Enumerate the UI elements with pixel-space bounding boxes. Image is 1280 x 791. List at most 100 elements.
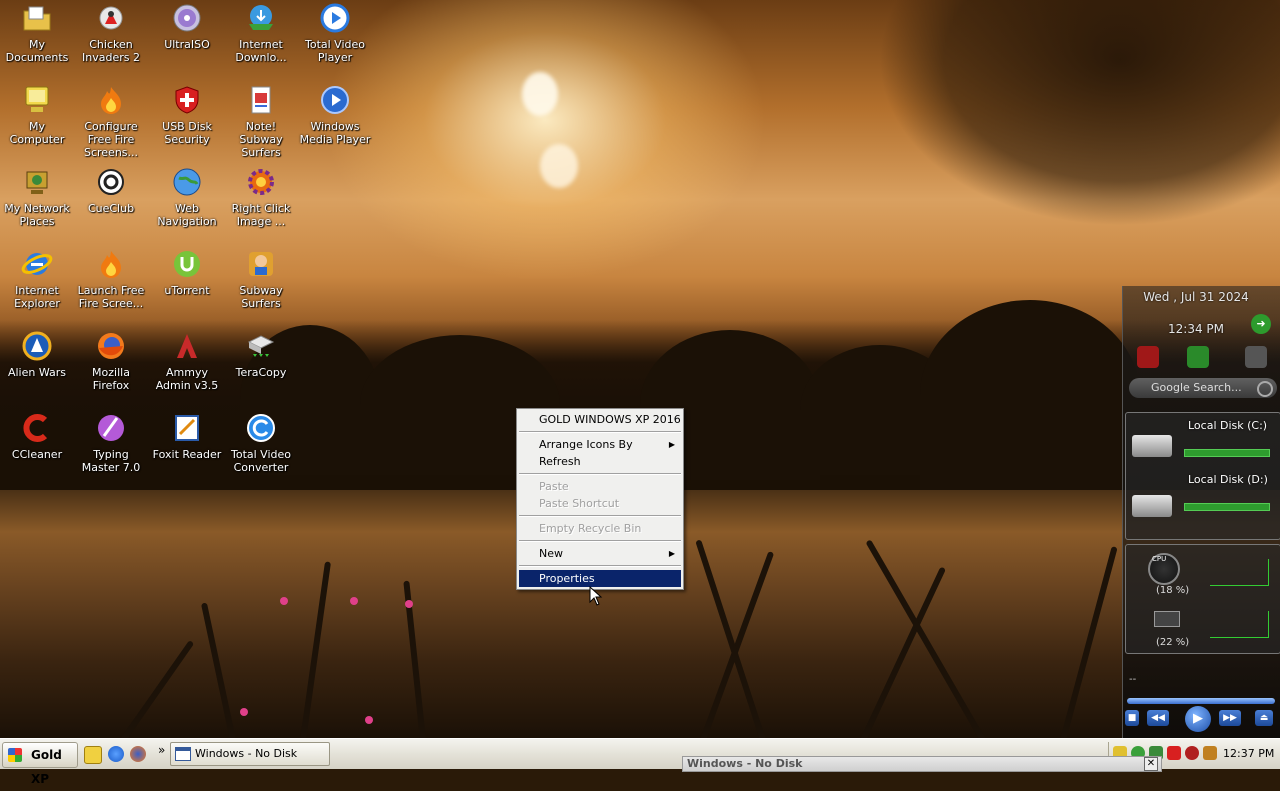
quicklaunch-ie-icon[interactable] [108, 746, 124, 762]
tray-tools-icon[interactable] [1203, 746, 1217, 760]
desktop-icon-launch-free-fire[interactable]: Launch Free Fire Scree... [74, 248, 148, 310]
desktop-icon-total-video-player[interactable]: Total Video Player [298, 2, 372, 64]
desktop-icon-note-subway-surfers[interactable]: Note! Subway Surfers [224, 84, 298, 159]
menu-item-label: Arrange Icons By [539, 438, 633, 451]
sidebar-time: 12:34 PM [1168, 322, 1224, 336]
desktop-icon-ammyy-admin[interactable]: Ammyy Admin v3.5 [150, 330, 224, 392]
desktop-icon-ccleaner[interactable]: CCleaner [0, 412, 74, 461]
desktop-icon-windows-media-player[interactable]: Windows Media Player [298, 84, 372, 146]
previous-icon[interactable]: ◀◀ [1147, 710, 1169, 726]
desktop-icon-foxit-reader[interactable]: Foxit Reader [150, 412, 224, 461]
desktop-icon-label: Total Video Player [304, 38, 365, 64]
fire-icon [101, 87, 121, 114]
desktop-icon-right-click-image[interactable]: Right Click Image ... [224, 166, 298, 228]
desktop-icon-mozilla-firefox[interactable]: Mozilla Firefox [74, 330, 148, 392]
fire-icon [101, 251, 121, 278]
desktop-icon-label: My Computer [9, 120, 65, 146]
memory-chip-icon [1154, 611, 1180, 627]
desktop-sidebar: Wed , Jul 31 2024 12:34 PM ➜ Google Sear… [1122, 286, 1280, 738]
memory-percent: (22 %) [1156, 637, 1190, 648]
desktop-icon-configure-free-fire[interactable]: Configure Free Fire Screens... [74, 84, 148, 159]
taskbar-window-label: Windows - No Disk [195, 747, 298, 760]
desktop-icon-label: Right Click Image ... [231, 202, 291, 228]
taskbar-window-button[interactable]: Windows - No Disk [170, 742, 330, 766]
submenu-arrow-icon: ▶ [668, 549, 675, 558]
desktop-icon-label: Chicken Invaders 2 [82, 38, 140, 64]
shuffle-icon[interactable] [1187, 346, 1209, 368]
memory-graph [1210, 611, 1269, 638]
drive-c-usage-bar [1184, 449, 1270, 457]
sidebar-google-search[interactable]: Google Search... [1129, 378, 1277, 398]
quicklaunch-chevron-icon[interactable]: » [158, 743, 165, 757]
submenu-arrow-icon: ▶ [668, 440, 675, 449]
desktop-context-menu: GOLD WINDOWS XP 2016 Arrange Icons By ▶ R… [516, 408, 684, 590]
firefox-icon [98, 333, 124, 359]
desktop-icon-teracopy[interactable]: TeraCopy [224, 330, 298, 379]
desktop-icon-ultraiso[interactable]: UltraISO [150, 2, 224, 51]
drive-d-icon [1132, 495, 1172, 517]
eject-icon[interactable]: ⏏ [1255, 710, 1273, 726]
desktop-icon-my-network-places[interactable]: My Network Places [0, 166, 74, 228]
no-disk-dialog[interactable]: Windows - No Disk ✕ [682, 756, 1162, 772]
drive-d-label[interactable]: Local Disk (D:) [1188, 473, 1268, 486]
menu-item-properties[interactable]: Properties [519, 570, 681, 587]
drive-c-label[interactable]: Local Disk (C:) [1188, 419, 1267, 432]
desktop-icon-subway-surfers[interactable]: Subway Surfers [224, 248, 298, 310]
desktop-icon-total-video-converter[interactable]: Total Video Converter [224, 412, 298, 474]
desktop-icon-label: Subway Surfers [239, 284, 283, 310]
desktop-icon-cueclub[interactable]: CueClub [74, 166, 148, 215]
menu-item-new[interactable]: New ▶ [519, 545, 681, 562]
computer-icon [25, 86, 49, 112]
menu-item-refresh[interactable]: Refresh [519, 453, 681, 470]
gear-icon [248, 169, 274, 195]
sidebar-date: Wed , Jul 31 2024 [1143, 290, 1249, 304]
desktop-icon-label: Configure Free Fire Screens... [83, 120, 139, 159]
wallpaper-flower [240, 708, 248, 716]
next-icon[interactable]: ▶▶ [1219, 710, 1241, 726]
stop-icon[interactable]: ■ [1125, 710, 1139, 726]
desktop-icon-web-navigation[interactable]: Web Navigation [150, 166, 224, 228]
quicklaunch-firefox-icon[interactable] [130, 746, 146, 762]
drive-d-usage-bar [1184, 503, 1270, 511]
menu-item-arrange-icons-by[interactable]: Arrange Icons By ▶ [519, 436, 681, 453]
desktop-icon-internet-explorer[interactable]: Internet Explorer [0, 248, 74, 310]
cpu-percent: (18 %) [1156, 585, 1190, 596]
start-button[interactable]: Gold XP [2, 742, 78, 786]
alien-icon [22, 331, 52, 361]
desktop-icon-alien-wars[interactable]: Alien Wars [0, 330, 74, 379]
settings-icon[interactable] [1245, 346, 1267, 368]
tray-shield-icon[interactable] [1185, 746, 1199, 760]
utorrent-icon [174, 251, 200, 277]
desktop-icon-utorrent[interactable]: uTorrent [150, 248, 224, 297]
start-button-label: Gold XP [31, 748, 62, 786]
desktop-icon-internet-download-manager[interactable]: Internet Downlo... [224, 2, 298, 64]
desktop-icon-chicken-invaders[interactable]: Chicken Invaders 2 [74, 2, 148, 64]
cpu-graph [1210, 559, 1269, 586]
taskbar-clock[interactable]: 12:37 PM [1223, 747, 1274, 760]
desktop-icon-typing-master[interactable]: Typing Master 7.0 [74, 412, 148, 474]
player-track-text: -- [1129, 674, 1137, 685]
wallpaper-tree-canopy [720, 0, 1280, 300]
ammyy-icon [177, 334, 197, 358]
power-icon[interactable] [1137, 346, 1159, 368]
desktop-icon-label: My Documents [5, 38, 69, 64]
sidebar-go-arrow-icon[interactable]: ➜ [1251, 314, 1271, 334]
note-icon [251, 86, 271, 114]
play-icon[interactable]: ▶ [1185, 706, 1211, 732]
desktop-icon-usb-disk-security[interactable]: USB Disk Security [150, 84, 224, 146]
shield-icon [175, 86, 199, 114]
network-icon [26, 171, 48, 194]
desktop-icon-label: Note! Subway Surfers [239, 120, 283, 159]
menu-item-gold-windows-xp[interactable]: GOLD WINDOWS XP 2016 [519, 411, 681, 428]
quicklaunch-show-desktop-icon[interactable] [84, 746, 102, 764]
desktop-icon-my-computer[interactable]: My Computer [0, 84, 74, 146]
player-progress-bar[interactable] [1127, 698, 1275, 704]
desktop-icon-my-documents[interactable]: My Documents [0, 2, 74, 64]
menu-separator [519, 540, 681, 542]
close-icon[interactable]: ✕ [1144, 757, 1158, 771]
tray-usb-security-icon[interactable] [1167, 746, 1181, 760]
media-player-icon [321, 86, 349, 114]
menu-separator [519, 431, 681, 433]
desktop-icon-label: Internet Explorer [14, 284, 60, 310]
sidebar-performance-panel: CPU (18 %) (22 %) [1125, 544, 1280, 654]
